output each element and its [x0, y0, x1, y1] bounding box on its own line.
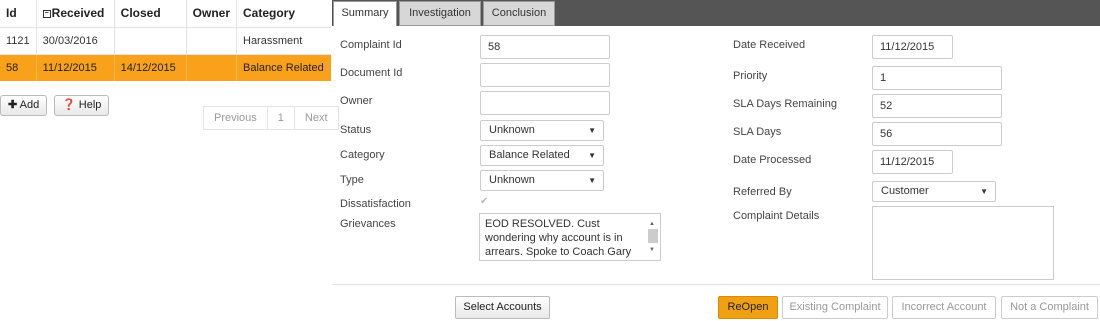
complaint-id-field[interactable]: 58 [480, 35, 610, 59]
scroll-down-icon[interactable]: ▼ [649, 243, 655, 257]
complaint-details-label: Complaint Details [733, 210, 820, 222]
grievances-label: Grievances [340, 218, 396, 230]
column-header-owner[interactable]: Owner [186, 0, 238, 27]
cell-category: Harassment [236, 26, 331, 54]
dissatisfaction-checkbox[interactable]: ✔ [480, 197, 490, 207]
tab-summary[interactable]: Summary [333, 1, 397, 26]
date-received-field[interactable]: 11/12/2015 [872, 35, 953, 59]
cell-closed [114, 26, 187, 54]
column-header-closed[interactable]: Closed [114, 0, 187, 27]
pagination: Previous 1 Next [203, 106, 339, 130]
grievances-textarea[interactable]: EOD RESOLVED. Cust wondering why account… [479, 213, 661, 261]
table-row[interactable]: 1121 30/03/2016 Harassment [0, 26, 331, 54]
status-select[interactable]: Unknown ▼ [480, 120, 604, 141]
chevron-down-icon: ▼ [980, 187, 988, 196]
date-processed-label: Date Processed [733, 154, 812, 166]
cell-id: 58 [0, 53, 37, 81]
tab-investigation[interactable]: Investigation [399, 1, 481, 26]
status-label: Status [340, 124, 372, 136]
category-select[interactable]: Balance Related ▼ [480, 145, 604, 166]
dissatisfaction-label: Dissatisfaction [340, 198, 411, 210]
priority-field[interactable]: 1 [872, 66, 1002, 90]
pager-previous[interactable]: Previous [204, 107, 268, 129]
chevron-down-icon: ▼ [588, 151, 596, 160]
type-select[interactable]: Unknown ▼ [480, 170, 604, 191]
sla-days-remaining-field[interactable]: 52 [872, 94, 1002, 118]
tab-conclusion[interactable]: Conclusion [483, 1, 555, 26]
sort-icon: − [42, 10, 51, 19]
tab-bar: Summary Investigation Conclusion [332, 0, 1100, 26]
table-header-row: Id − Received Closed Owner Category [0, 0, 331, 27]
referred-by-select[interactable]: Customer ▼ [872, 181, 996, 202]
cell-owner [186, 53, 238, 81]
existing-complaint-button[interactable]: Existing Complaint [782, 296, 888, 319]
help-button[interactable]: ❓ Help [54, 95, 110, 116]
footer-divider [332, 284, 1100, 285]
plus-icon: ✚ [8, 99, 18, 111]
sla-days-field[interactable]: 56 [872, 122, 1002, 146]
category-label: Category [340, 149, 385, 161]
grievances-scrollbar[interactable]: ▲ ▼ [648, 217, 658, 257]
priority-label: Priority [733, 70, 768, 82]
referred-by-label: Referred By [733, 186, 792, 198]
chevron-down-icon: ▼ [588, 126, 596, 135]
column-header-category[interactable]: Category [237, 0, 332, 27]
scrollbar-thumb[interactable] [648, 229, 658, 243]
sla-days-label: SLA Days [733, 126, 782, 138]
document-id-label: Document Id [340, 67, 403, 79]
owner-label: Owner [340, 95, 373, 107]
cell-received: 11/12/2015 [36, 53, 115, 81]
cell-received: 30/03/2016 [36, 26, 115, 54]
question-circle-icon: ❓ [62, 99, 76, 111]
complaint-details-textarea[interactable] [872, 206, 1054, 280]
owner-field[interactable] [480, 91, 610, 115]
date-processed-field[interactable]: 11/12/2015 [872, 150, 953, 174]
document-id-field[interactable] [480, 63, 610, 87]
pager-next[interactable]: Next [295, 107, 338, 129]
type-label: Type [340, 174, 364, 186]
incorrect-account-button[interactable]: Incorrect Account [892, 296, 996, 319]
complaint-id-label: Complaint Id [340, 39, 402, 51]
add-button[interactable]: ✚ Add [0, 95, 48, 116]
reopen-button[interactable]: ReOpen [718, 296, 778, 319]
not-a-complaint-button[interactable]: Not a Complaint [1001, 296, 1098, 319]
date-received-label: Date Received [733, 39, 806, 51]
sla-days-remaining-label: SLA Days Remaining [733, 98, 837, 110]
cell-category: Balance Related [236, 53, 331, 81]
column-header-received[interactable]: − Received [36, 0, 115, 27]
complaints-grid-panel: Id − Received Closed Owner Category 1121 … [0, 0, 339, 321]
column-header-id[interactable]: Id [0, 0, 37, 27]
complaints-table: Id − Received Closed Owner Category 1121 … [0, 0, 331, 81]
table-row-selected[interactable]: 58 11/12/2015 14/12/2015 Balance Related [0, 53, 331, 81]
cell-owner [186, 26, 238, 54]
chevron-down-icon: ▼ [588, 176, 596, 185]
select-accounts-button[interactable]: Select Accounts [455, 296, 550, 319]
cell-closed: 14/12/2015 [114, 53, 187, 81]
cell-id: 1121 [0, 26, 37, 54]
pager-page[interactable]: 1 [268, 107, 295, 129]
